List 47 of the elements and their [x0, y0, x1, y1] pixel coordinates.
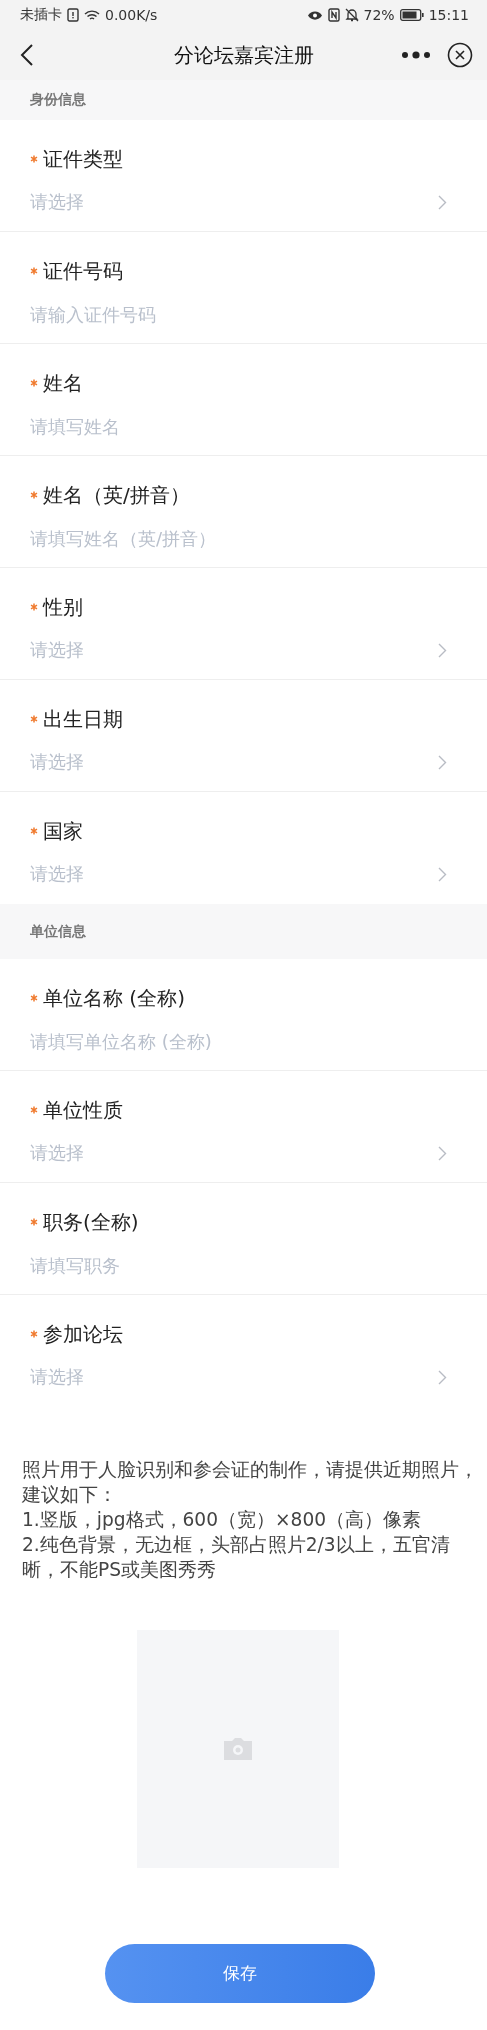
field-label: 证件类型: [43, 145, 123, 173]
save-button[interactable]: 保存: [104, 1944, 375, 2003]
section-title: 身份信息: [30, 91, 86, 109]
chevron-right-icon: [438, 1369, 447, 1385]
field-label: 国家: [43, 817, 83, 845]
nfc-icon: [327, 8, 340, 22]
eye-icon: [306, 9, 323, 21]
input-field[interactable]: 请填写职务: [30, 1245, 447, 1285]
field-label: 姓名（英/拼音）: [43, 481, 190, 509]
chevron-right-icon: [438, 754, 447, 770]
field-label: 职务(全称): [43, 1208, 139, 1236]
page-title: 分论坛嘉宾注册: [173, 41, 314, 69]
clock-time: 15:11: [428, 7, 469, 23]
input-field[interactable]: 请输入证件号码: [30, 294, 447, 334]
select-field[interactable]: 请选择: [30, 1133, 447, 1173]
select-field[interactable]: 请选择: [30, 1357, 447, 1397]
close-button[interactable]: [447, 42, 473, 68]
field-label: 出生日期: [43, 705, 123, 733]
bell-muted-icon: [344, 8, 359, 22]
carrier-text: 未插卡: [20, 6, 62, 24]
input-field[interactable]: 请填写姓名（英/拼音）: [30, 518, 447, 558]
field-label: 性别: [43, 593, 83, 621]
select-field[interactable]: 请选择: [30, 742, 447, 782]
photo-instructions: 照片用于人脸识别和参会证的制作，请提供近期照片，建议如下： 1.竖版，jpg格式，600（宽）×800（高）像素 2.纯色背景，无边框，头部占照片2/3以上，五官清晰，不能PS或美图秀秀: [22, 1458, 479, 1582]
more-button[interactable]: [401, 51, 431, 59]
section-title: 单位信息: [30, 922, 86, 941]
input-field[interactable]: 请填写单位名称 (全称): [30, 1021, 447, 1061]
chevron-right-icon: [438, 642, 447, 658]
battery-icon: [399, 9, 424, 21]
chevron-right-icon: [438, 866, 447, 882]
field-label: 证件号码: [43, 257, 123, 285]
select-field[interactable]: 请选择: [30, 182, 447, 222]
select-field[interactable]: 请选择: [30, 854, 447, 894]
network-speed: 0.00K/s: [105, 7, 158, 23]
field-label: 单位名称 (全称): [43, 984, 185, 1012]
wifi-icon: [84, 8, 100, 22]
chevron-right-icon: [438, 194, 447, 210]
chevron-right-icon: [438, 1145, 447, 1161]
select-field[interactable]: 请选择: [30, 630, 447, 670]
camera-icon: [223, 1737, 253, 1761]
sim-icon: [67, 8, 79, 22]
input-field[interactable]: 请填写姓名: [30, 406, 447, 446]
field-label: 单位性质: [43, 1096, 123, 1124]
field-label: 姓名: [43, 369, 83, 397]
field-label: 参加论坛: [43, 1320, 123, 1348]
back-button[interactable]: [20, 43, 34, 67]
battery-percent: 72%: [363, 7, 395, 23]
